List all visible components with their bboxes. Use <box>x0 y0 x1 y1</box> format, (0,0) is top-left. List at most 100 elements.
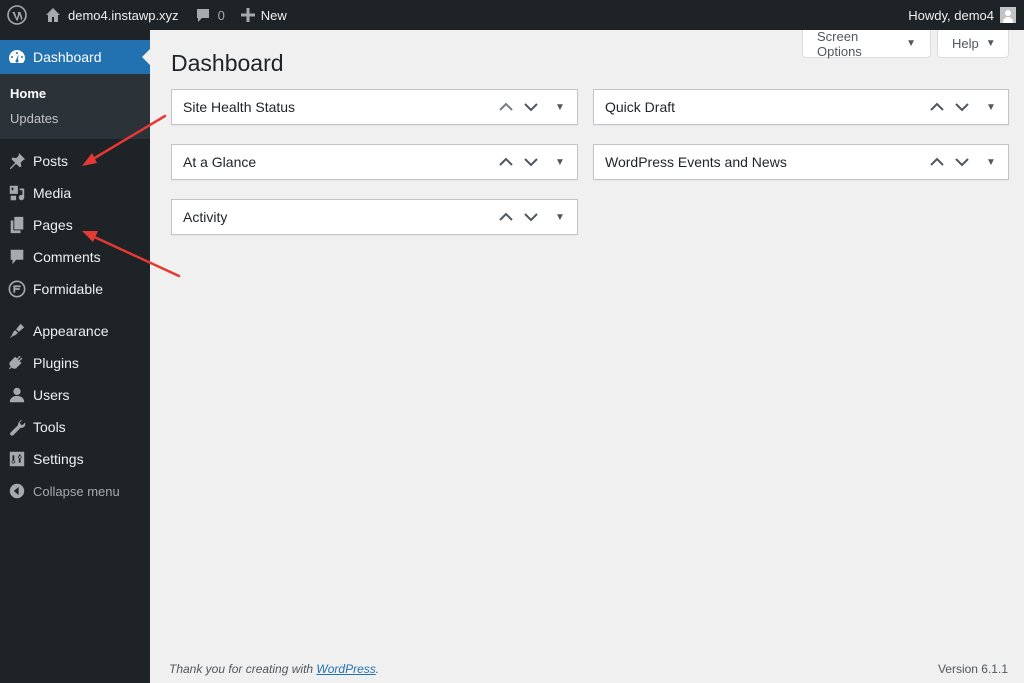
widget-site-health-status: Site Health Status ▼ <box>171 89 578 125</box>
greeting: Howdy, demo4 <box>908 7 994 23</box>
widget-quick-draft: Quick Draft ▼ <box>593 89 1009 125</box>
move-up-button[interactable] <box>493 144 518 180</box>
footer-version: Version 6.1.1 <box>937 662 1008 676</box>
sidebar-item-label: Formidable <box>33 281 104 297</box>
formidable-icon <box>7 279 27 299</box>
footer-thanks-suffix: . <box>375 662 380 676</box>
sidebar-item-label: Comments <box>33 249 101 265</box>
caret-down-icon: ▼ <box>986 101 996 113</box>
move-up-button[interactable] <box>493 89 518 125</box>
dashboard-column-left: Site Health Status ▼ At a Glance ▼ Activ… <box>171 89 578 254</box>
widget-title: Activity <box>183 209 228 225</box>
toggle-panel-button[interactable]: ▼ <box>543 144 577 180</box>
comment-icon <box>196 9 209 22</box>
caret-down-icon: ▼ <box>986 156 996 168</box>
toggle-panel-button[interactable]: ▼ <box>543 199 577 235</box>
sidebar-item-tools[interactable]: Tools <box>0 411 150 443</box>
settings-icon <box>7 449 27 469</box>
sidebar-item-comments[interactable]: Comments <box>0 241 150 273</box>
dashboard-icon <box>7 47 27 67</box>
sidebar-item-label: Settings <box>33 451 84 467</box>
chevron-down-icon <box>954 158 969 167</box>
admin-sidebar: Dashboard Home Updates Posts Media Pages… <box>0 30 150 683</box>
new-content-link[interactable]: New <box>233 0 295 30</box>
sidebar-item-plugins[interactable]: Plugins <box>0 347 150 379</box>
site-name-link[interactable]: demo4.instawp.xyz <box>37 0 187 30</box>
widget-title: Site Health Status <box>183 99 296 115</box>
caret-down-icon: ▼ <box>906 38 916 49</box>
chevron-up-icon <box>929 157 944 166</box>
chevron-up-icon <box>498 102 513 111</box>
new-label: New <box>260 7 287 23</box>
site-name: demo4.instawp.xyz <box>68 7 179 23</box>
collapse-menu-button[interactable]: Collapse menu <box>0 475 150 507</box>
screen-meta-links: Screen Options ▼ Help ▼ <box>802 28 1009 59</box>
submenu-item-home[interactable]: Home <box>0 81 150 106</box>
move-up-button[interactable] <box>924 89 949 125</box>
move-down-button[interactable] <box>518 89 543 125</box>
move-down-button[interactable] <box>949 89 974 125</box>
widget-title: At a Glance <box>183 154 257 170</box>
chevron-up-icon <box>498 212 513 221</box>
comment-icon <box>7 247 27 267</box>
dashboard-submenu: Home Updates <box>0 74 150 139</box>
sidebar-item-dashboard[interactable]: Dashboard <box>0 40 150 74</box>
collapse-icon <box>7 481 27 501</box>
sidebar-item-label: Dashboard <box>33 49 102 65</box>
collapse-label: Collapse menu <box>33 483 120 499</box>
toggle-panel-button[interactable]: ▼ <box>974 89 1008 125</box>
sidebar-item-label: Users <box>33 387 70 403</box>
chevron-up-icon <box>498 157 513 166</box>
plugin-icon <box>7 353 27 373</box>
toggle-panel-button[interactable]: ▼ <box>543 89 577 125</box>
caret-down-icon: ▼ <box>985 38 996 49</box>
widget-title: WordPress Events and News <box>605 154 787 170</box>
move-down-button[interactable] <box>949 144 974 180</box>
wordpress-link[interactable]: WordPress <box>316 662 375 676</box>
footer-thankyou: Thank you for creating with WordPress. <box>169 662 379 676</box>
sidebar-item-label: Media <box>33 185 72 201</box>
screen-options-label: Screen Options <box>817 28 862 59</box>
user-icon <box>7 385 27 405</box>
sidebar-item-appearance[interactable]: Appearance <box>0 315 150 347</box>
chevron-down-icon <box>523 158 538 167</box>
footer-thanks-text: Thank you for creating with <box>169 662 317 676</box>
admin-bar: demo4.instawp.xyz 0 New Howdy, demo4 <box>0 0 1024 30</box>
sidebar-item-label: Appearance <box>33 323 109 339</box>
move-up-button[interactable] <box>493 199 518 235</box>
home-icon <box>46 8 60 22</box>
wrench-icon <box>7 417 27 437</box>
page-title: Dashboard <box>171 50 284 76</box>
widget-wordpress-events-and-news: WordPress Events and News ▼ <box>593 144 1009 180</box>
wordpress-logo-icon <box>7 5 27 25</box>
sidebar-item-users[interactable]: Users <box>0 379 150 411</box>
media-icon <box>7 183 27 203</box>
caret-down-icon: ▼ <box>555 156 565 168</box>
comments-link[interactable]: 0 <box>187 0 233 30</box>
sidebar-item-label: Plugins <box>33 355 79 371</box>
screen-options-button[interactable]: Screen Options ▼ <box>802 28 931 59</box>
pin-icon <box>7 151 27 171</box>
widget-title: Quick Draft <box>605 99 676 115</box>
sidebar-item-posts[interactable]: Posts <box>0 145 150 177</box>
wordpress-logo-menu[interactable] <box>0 0 37 30</box>
pages-icon <box>7 215 27 235</box>
sidebar-item-media[interactable]: Media <box>0 177 150 209</box>
submenu-item-updates[interactable]: Updates <box>0 106 150 131</box>
move-up-button[interactable] <box>924 144 949 180</box>
paintbrush-icon <box>7 321 27 341</box>
my-account-link[interactable]: Howdy, demo4 <box>900 0 1020 30</box>
sidebar-item-formidable[interactable]: Formidable <box>0 273 150 305</box>
sidebar-item-settings[interactable]: Settings <box>0 443 150 475</box>
toggle-panel-button[interactable]: ▼ <box>974 144 1008 180</box>
sidebar-item-pages[interactable]: Pages <box>0 209 150 241</box>
chevron-down-icon <box>954 103 969 112</box>
move-down-button[interactable] <box>518 144 543 180</box>
chevron-up-icon <box>929 102 944 111</box>
move-down-button[interactable] <box>518 199 543 235</box>
help-button[interactable]: Help ▼ <box>937 30 1009 58</box>
sidebar-item-label: Posts <box>33 153 69 169</box>
plus-icon <box>240 8 255 22</box>
avatar <box>1000 7 1016 23</box>
chevron-down-icon <box>523 213 538 222</box>
